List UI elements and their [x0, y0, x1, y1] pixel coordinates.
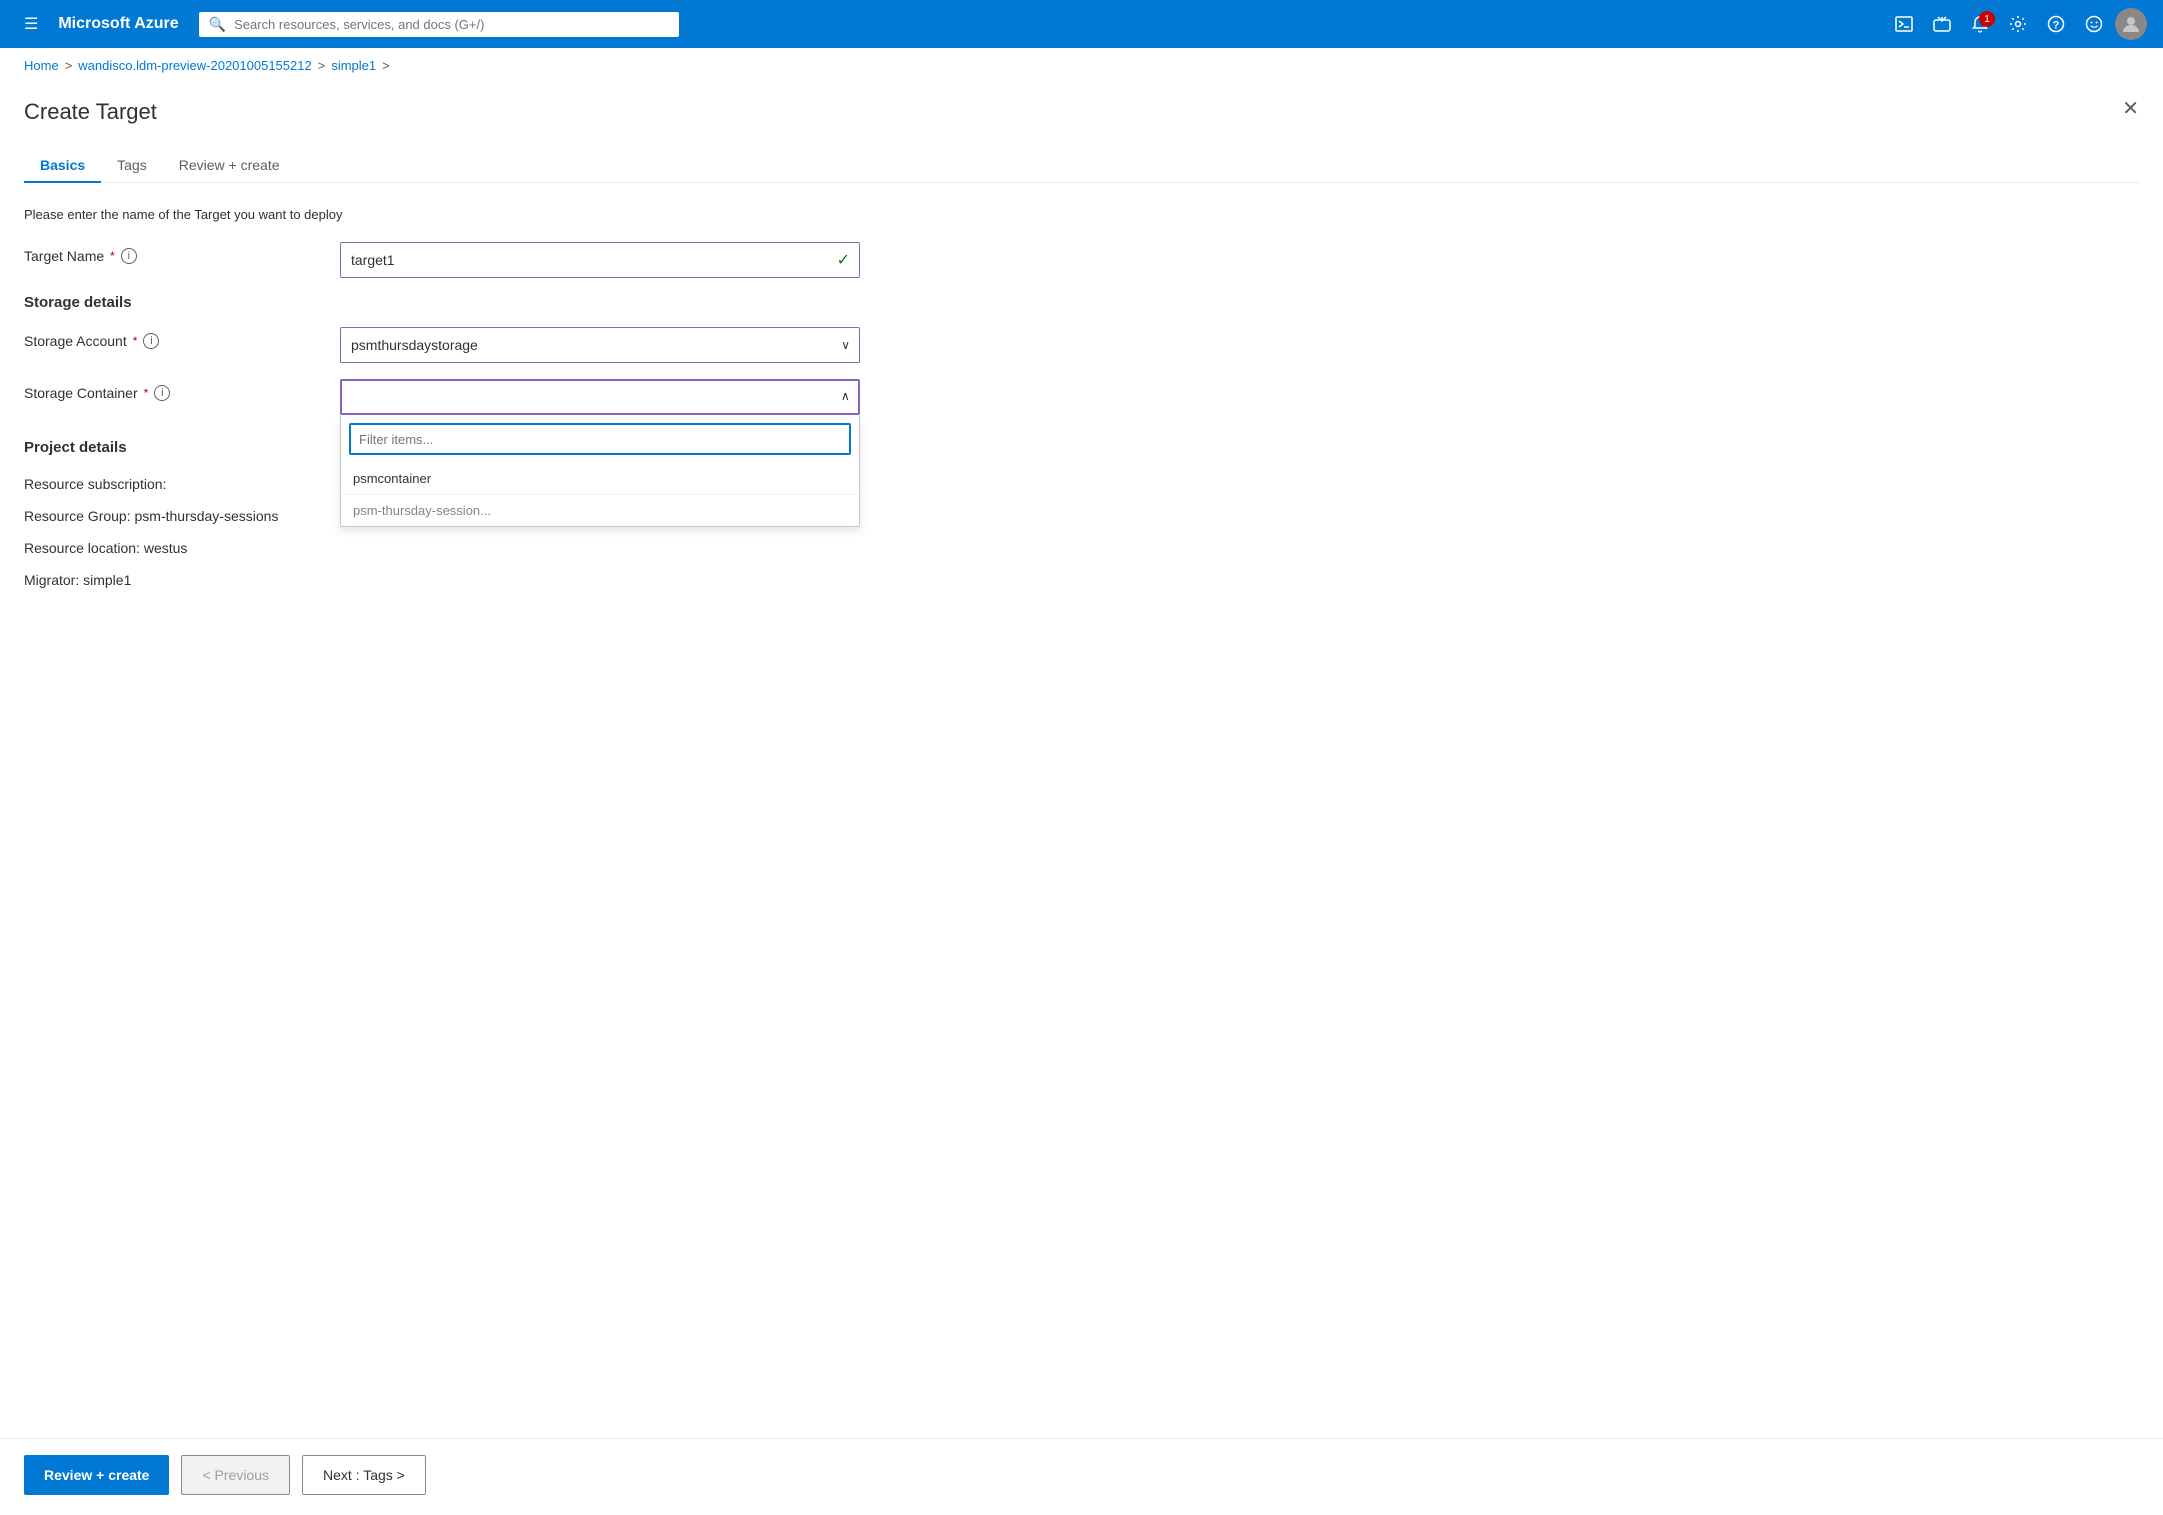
cloud-upload-icon — [1933, 15, 1951, 33]
user-icon — [2122, 15, 2140, 33]
storage-account-chevron-icon[interactable]: ∨ — [841, 338, 850, 352]
storage-account-required: * — [133, 334, 138, 348]
tab-review-create[interactable]: Review + create — [163, 149, 296, 183]
breadcrumb-sep-1: > — [65, 58, 73, 73]
feedback-button[interactable] — [2077, 9, 2111, 39]
form-description: Please enter the name of the Target you … — [24, 207, 2139, 222]
help-icon: ? — [2047, 15, 2065, 33]
migrator-label: Migrator: — [24, 572, 79, 588]
dropdown-item-partial[interactable]: psm-thursday-session... — [341, 494, 859, 526]
dropdown-filter-wrapper — [341, 415, 859, 463]
storage-container-input-col: ∨ psmcontainer psm-thursday-session... — [340, 379, 860, 415]
target-name-check-icon: ✓ — [837, 250, 850, 270]
terminal-icon — [1895, 15, 1913, 33]
settings-button[interactable] — [2001, 9, 2035, 39]
avatar[interactable] — [2115, 8, 2147, 40]
storage-account-input[interactable] — [340, 327, 860, 363]
target-name-input-wrapper: ✓ — [340, 242, 860, 278]
storage-account-row: Storage Account * i ∨ — [24, 327, 2139, 363]
resource-location-row: Resource location: westus — [24, 536, 2139, 556]
migrator-row: Migrator: simple1 — [24, 568, 2139, 588]
storage-account-label-col: Storage Account * i — [24, 327, 324, 349]
storage-details-heading: Storage details — [24, 294, 2139, 311]
breadcrumb-resource[interactable]: simple1 — [331, 58, 376, 73]
storage-account-info-icon[interactable]: i — [143, 333, 159, 349]
storage-container-row: Storage Container * i ∨ psmcontainer psm… — [24, 379, 2139, 415]
breadcrumb-home[interactable]: Home — [24, 58, 59, 73]
top-navigation: ☰ Microsoft Azure 🔍 1 — [0, 0, 2163, 48]
page-title: Create Target — [24, 99, 2139, 125]
storage-container-input-wrapper: ∨ — [340, 379, 860, 415]
terminal-button[interactable] — [1887, 9, 1921, 39]
smile-icon — [2085, 15, 2103, 33]
resource-subscription-label: Resource subscription: — [24, 476, 166, 492]
notifications-button[interactable]: 1 — [1963, 9, 1997, 39]
storage-account-label: Storage Account — [24, 333, 127, 349]
storage-container-input[interactable] — [340, 379, 860, 415]
target-name-info-icon[interactable]: i — [121, 248, 137, 264]
main-content: Create Target ✕ Basics Tags Review + cre… — [0, 83, 2163, 1438]
storage-account-input-wrapper: ∨ — [340, 327, 860, 363]
nav-icons: 1 ? — [1887, 8, 2147, 40]
search-icon: 🔍 — [209, 16, 226, 33]
tabs-container: Basics Tags Review + create — [24, 149, 2139, 183]
previous-button[interactable]: < Previous — [181, 1455, 290, 1495]
dropdown-item-psmcontainer[interactable]: psmcontainer — [341, 463, 859, 494]
next-button[interactable]: Next : Tags > — [302, 1455, 426, 1495]
target-name-required: * — [110, 249, 115, 263]
hamburger-icon: ☰ — [24, 14, 38, 34]
settings-icon — [2009, 15, 2027, 33]
storage-container-dropdown: psmcontainer psm-thursday-session... — [340, 415, 860, 527]
breadcrumb-resource-group[interactable]: wandisco.ldm-preview-20201005155212 — [78, 58, 311, 73]
resource-group-label: Resource Group: — [24, 508, 131, 524]
storage-container-info-icon[interactable]: i — [154, 385, 170, 401]
hamburger-menu-button[interactable]: ☰ — [16, 8, 46, 40]
brand-name: Microsoft Azure — [58, 15, 178, 33]
target-name-input[interactable] — [340, 242, 860, 278]
filter-input[interactable] — [349, 423, 851, 455]
target-name-label-col: Target Name * i — [24, 242, 324, 264]
cloud-shell-button[interactable] — [1925, 9, 1959, 39]
storage-container-chevron-icon[interactable]: ∨ — [841, 390, 850, 404]
help-button[interactable]: ? — [2039, 9, 2073, 39]
tab-basics[interactable]: Basics — [24, 149, 101, 183]
close-button[interactable]: ✕ — [2122, 99, 2139, 119]
target-name-row: Target Name * i ✓ — [24, 242, 2139, 278]
svg-text:?: ? — [2053, 20, 2060, 32]
target-name-input-col: ✓ — [340, 242, 860, 278]
breadcrumb-sep-2: > — [318, 58, 326, 73]
search-box: 🔍 — [199, 12, 679, 37]
target-name-label: Target Name — [24, 248, 104, 264]
tab-tags[interactable]: Tags — [101, 149, 163, 183]
bottom-bar: Review + create < Previous Next : Tags > — [0, 1438, 2163, 1511]
storage-container-required: * — [144, 386, 149, 400]
storage-container-label-col: Storage Container * i — [24, 379, 324, 401]
storage-container-label: Storage Container — [24, 385, 138, 401]
search-input[interactable] — [234, 17, 669, 32]
breadcrumb-sep-3: > — [382, 58, 390, 73]
review-create-button[interactable]: Review + create — [24, 1455, 169, 1495]
storage-account-input-col: ∨ — [340, 327, 860, 363]
resource-location-label: Resource location: — [24, 540, 140, 556]
notification-badge: 1 — [1979, 11, 1995, 27]
breadcrumb: Home > wandisco.ldm-preview-202010051552… — [0, 48, 2163, 83]
